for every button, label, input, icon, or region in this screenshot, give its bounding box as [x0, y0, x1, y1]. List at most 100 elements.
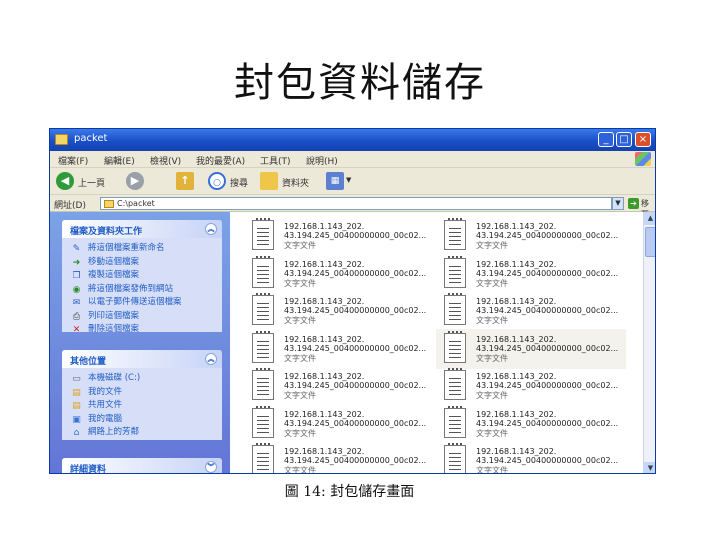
folders-icon [260, 172, 278, 190]
file-item[interactable]: 192.168.1.143_202. 43.194.245_00400000000… [244, 366, 434, 406]
file-name-line-2: 43.194.245_00400000000_00c02... [476, 381, 619, 390]
file-item[interactable]: 192.168.1.143_202. 43.194.245_00400000000… [436, 404, 626, 444]
place-link[interactable]: ▤ 共用文件 [62, 399, 222, 413]
go-button[interactable]: ➔ 移至 [628, 196, 654, 219]
task-link[interactable]: ✉ 以電子郵件傳送這個檔案 [62, 296, 222, 310]
text-document-icon [444, 330, 466, 363]
move-icon: ➜ [72, 257, 81, 268]
up-folder-button[interactable]: ↑ [176, 172, 196, 192]
file-item[interactable]: 192.168.1.143_202. 43.194.245_00400000000… [244, 441, 434, 473]
file-item[interactable]: 192.168.1.143_202. 43.194.245_00400000000… [436, 441, 626, 474]
task-label: 將這個檔案發佈到網站 [88, 283, 174, 294]
file-name: 192.168.1.143_202. 43.194.245_00400000000… [284, 447, 426, 465]
search-button[interactable]: ○ 搜尋 [208, 172, 256, 192]
file-tasks-header[interactable]: 檔案及資料夾工作 ︽ [62, 220, 222, 238]
file-item[interactable]: 192.168.1.143_202. 43.194.245_00400000000… [244, 404, 434, 444]
file-name-line-2: 43.194.245_00400000000_00c02... [284, 456, 427, 465]
file-name-line-1: 192.168.1.143_202. [284, 409, 365, 419]
menu-view[interactable]: 檢視(V) [150, 154, 181, 167]
task-link[interactable]: ➜ 移動這個檔案 [62, 256, 222, 270]
file-name: 192.168.1.143_202. 43.194.245_00400000000… [476, 372, 618, 390]
go-arrow-icon: ➔ [628, 198, 639, 209]
file-type: 文字文件 [476, 241, 508, 250]
file-name-line-1: 192.168.1.143_202. [476, 447, 557, 456]
task-link[interactable]: ✎ 將這個檔案重新命名 [62, 242, 222, 256]
file-name: 192.168.1.143_202. 43.194.245_00400000000… [476, 335, 618, 353]
forward-button[interactable]: ▶ [126, 172, 156, 192]
task-link[interactable]: ◉ 將這個檔案發佈到網站 [62, 283, 222, 297]
views-icon: ▦ [326, 172, 344, 190]
maximize-button[interactable]: □ [616, 132, 632, 147]
file-item[interactable]: 192.168.1.143_202. 43.194.245_00400000000… [436, 366, 626, 406]
file-item[interactable]: 192.168.1.143_202. 43.194.245_00400000000… [244, 329, 434, 369]
task-link[interactable]: ✕ 刪除這個檔案 [62, 323, 222, 337]
menu-file[interactable]: 檔案(F) [58, 154, 88, 167]
details-header[interactable]: 詳細資料 ︾ [62, 458, 222, 473]
file-name-line-2: 43.194.245_00400000000_00c02... [284, 343, 427, 353]
scroll-thumb[interactable] [645, 227, 655, 257]
collapse-icon[interactable]: ︽ [205, 353, 217, 365]
file-name-line-2: 43.194.245_00400000000_00c02... [284, 381, 427, 390]
forward-arrow-icon: ▶ [126, 172, 144, 190]
address-input[interactable]: C:\packet [100, 197, 612, 210]
place-link[interactable]: ▭ 本機磁碟 (C:) [62, 372, 222, 386]
scroll-down-icon[interactable]: ▼ [644, 462, 655, 473]
menu-favorites[interactable]: 我的最愛(A) [196, 154, 245, 167]
email-icon: ✉ [72, 298, 81, 308]
text-document-icon [252, 405, 274, 438]
file-item[interactable]: 192.168.1.143_202. 43.194.245_00400000000… [436, 216, 626, 256]
file-type: 文字文件 [476, 428, 508, 438]
other-places-title: 其他位置 [70, 357, 107, 367]
file-name-line-1: 192.168.1.143_202. [284, 372, 365, 381]
file-name: 192.168.1.143_202. 43.194.245_00400000000… [284, 260, 426, 278]
collapse-icon[interactable]: ︽ [205, 223, 217, 235]
file-name-line-2: 43.194.245_00400000000_00c02... [476, 456, 619, 465]
file-name-line-2: 43.194.245_00400000000_00c02... [476, 343, 619, 353]
views-button[interactable]: ▦ ▼ [326, 172, 356, 192]
file-item[interactable]: 192.168.1.143_202. 43.194.245_00400000000… [436, 291, 626, 331]
file-item[interactable]: 192.168.1.143_202. 43.194.245_00400000000… [244, 254, 434, 294]
other-places-header[interactable]: 其他位置 ︽ [62, 350, 222, 368]
file-item[interactable]: 192.168.1.143_202. 43.194.245_00400000000… [244, 291, 434, 331]
menu-edit[interactable]: 編輯(E) [104, 154, 135, 167]
copy-icon: ❐ [72, 271, 81, 281]
file-name: 192.168.1.143_202. 43.194.245_00400000000… [284, 335, 426, 353]
task-label: 列印這個檔案 [88, 310, 140, 321]
file-type: 文字文件 [476, 466, 508, 474]
folders-button[interactable]: 資料夾 [260, 172, 316, 192]
place-link[interactable]: ▣ 我的電腦 [62, 413, 222, 427]
close-button[interactable]: × [635, 132, 651, 147]
task-link[interactable]: ⎙ 列印這個檔案 [62, 310, 222, 324]
shared-folder-icon: ▤ [72, 401, 81, 411]
title-bar[interactable]: packet _ □ × [50, 129, 655, 151]
computer-icon: ▣ [72, 414, 81, 425]
file-item[interactable]: 192.168.1.143_202. 43.194.245_00400000000… [436, 328, 626, 369]
file-name-line-2: 43.194.245_00400000000_00c02... [284, 268, 427, 278]
file-item[interactable]: 192.168.1.143_202. 43.194.245_00400000000… [436, 254, 626, 294]
file-item[interactable]: 192.168.1.143_202. 43.194.245_00400000000… [244, 216, 434, 256]
expand-icon[interactable]: ︾ [205, 461, 217, 473]
vertical-scrollbar[interactable]: ▲ ▼ [643, 212, 655, 473]
slide-title: 封包資料儲存 [234, 60, 486, 106]
text-document-icon [444, 368, 466, 400]
address-dropdown-button[interactable]: ▼ [612, 197, 624, 210]
file-name: 192.168.1.143_202. 43.194.245_00400000000… [476, 260, 618, 278]
text-document-icon [444, 255, 466, 288]
menu-help[interactable]: 說明(H) [306, 154, 338, 167]
file-type: 文字文件 [284, 353, 316, 363]
place-link[interactable]: ⌂ 網路上的芳鄰 [62, 426, 222, 440]
place-label: 本機磁碟 (C:) [88, 373, 141, 383]
network-icon: ⌂ [73, 428, 80, 438]
address-value: C:\packet [117, 199, 155, 208]
file-name-line-1: 192.168.1.143_202. [284, 334, 365, 344]
windows-logo-icon [635, 152, 651, 166]
scroll-up-icon[interactable]: ▲ [644, 212, 655, 225]
task-link[interactable]: ❐ 複製這個檔案 [62, 269, 222, 283]
task-label: 刪除這個檔案 [88, 324, 140, 334]
place-link[interactable]: ▤ 我的文件 [62, 386, 222, 400]
file-name-line-2: 43.194.245_00400000000_00c02... [284, 231, 427, 240]
task-label: 以電子郵件傳送這個檔案 [88, 297, 182, 307]
minimize-button[interactable]: _ [598, 132, 614, 147]
back-button[interactable]: ◀ 上一頁 [56, 172, 118, 192]
menu-tools[interactable]: 工具(T) [260, 154, 291, 167]
